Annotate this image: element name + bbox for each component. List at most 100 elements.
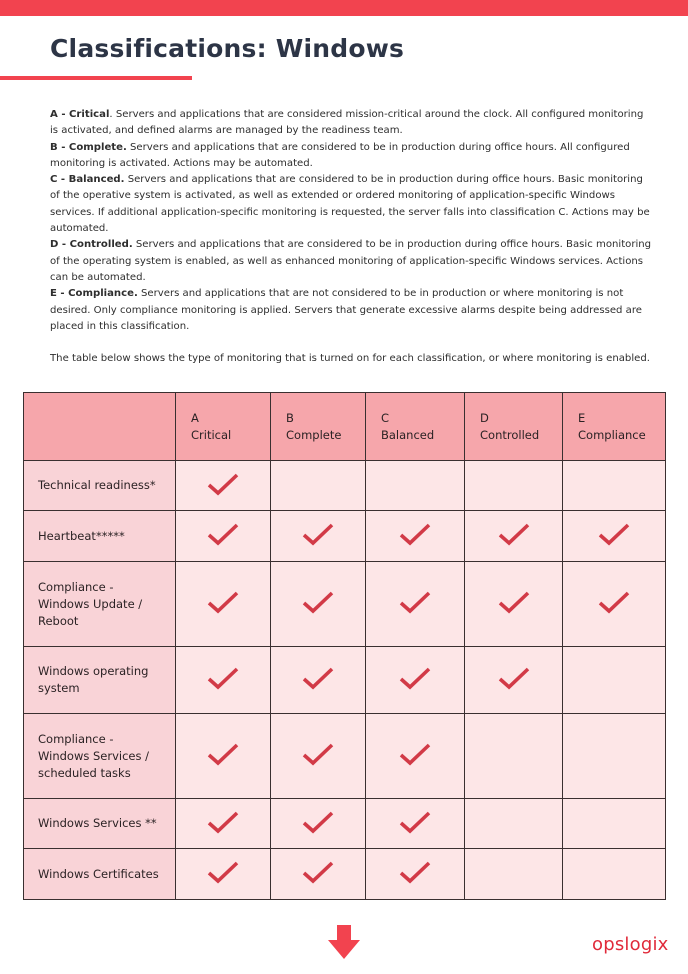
- classification-body: . Servers and applications that are cons…: [50, 109, 644, 137]
- checkmark-icon: [301, 809, 335, 835]
- checkmark-icon: [497, 665, 531, 691]
- row-label: Windows operating system: [23, 646, 176, 714]
- classification-description-b: B - Complete. Servers and applications t…: [50, 140, 652, 173]
- top-accent-bar: [0, 0, 688, 16]
- opslogix-logo: opslogix: [592, 934, 669, 955]
- matrix-cell-b: [270, 713, 366, 799]
- classification-description-a: A - Critical. Servers and applications t…: [50, 107, 652, 140]
- matrix-cell-c: [365, 561, 465, 647]
- matrix-cell-b: [270, 460, 366, 511]
- table-row: Windows Services **: [23, 798, 666, 849]
- down-arrow-icon: [328, 925, 360, 959]
- checkmark-icon: [398, 521, 432, 547]
- matrix-cell-b: [270, 848, 366, 900]
- intro-text: A - Critical. Servers and applications t…: [50, 107, 652, 368]
- matrix-cell-e: [562, 561, 666, 647]
- column-name: Controlled: [480, 427, 540, 442]
- classification-body: Servers and applications that are consid…: [50, 141, 630, 169]
- checkmark-icon: [301, 741, 335, 767]
- matrix-cell-d: [464, 848, 563, 900]
- column-letter: C: [381, 410, 390, 425]
- column-name: Critical: [191, 427, 232, 442]
- header-corner-cell: [23, 392, 176, 461]
- classification-description-d: D - Controlled. Servers and applications…: [50, 237, 652, 286]
- table-header-row: A Critical B Complete C Balanced D Controlle…: [23, 392, 666, 461]
- matrix-cell-c: [365, 510, 465, 562]
- matrix-cell-a: [175, 713, 271, 799]
- matrix-cell-e: [562, 798, 666, 849]
- row-label: Windows Services **: [23, 798, 176, 849]
- classification-lead: A - Critical: [50, 109, 110, 120]
- checkmark-icon: [206, 471, 240, 497]
- checkmark-icon: [301, 859, 335, 885]
- classification-lead: D - Controlled.: [50, 239, 133, 251]
- column-letter: E: [578, 410, 586, 425]
- matrix-cell-d: [464, 713, 563, 799]
- matrix-cell-d: [464, 798, 563, 849]
- matrix-cell-a: [175, 460, 271, 511]
- checkmark-icon: [497, 521, 531, 547]
- checkmark-icon: [398, 741, 432, 767]
- checkmark-icon: [597, 589, 631, 615]
- matrix-cell-c: [365, 713, 465, 799]
- matrix-cell-e: [562, 713, 666, 799]
- checkmark-icon: [206, 521, 240, 547]
- matrix-cell-a: [175, 561, 271, 647]
- table-note: The table below shows the type of monito…: [50, 353, 650, 365]
- row-label: Heartbeat*****: [23, 510, 176, 562]
- matrix-cell-e: [562, 510, 666, 562]
- matrix-cell-b: [270, 646, 366, 714]
- column-name: Balanced: [381, 427, 435, 442]
- matrix-cell-a: [175, 510, 271, 562]
- classification-description-c: C - Balanced. Servers and applications t…: [50, 172, 652, 237]
- classification-body: Servers and applications that are consid…: [50, 239, 652, 283]
- matrix-cell-c: [365, 646, 465, 714]
- table-row: Windows Certificates: [23, 848, 666, 900]
- table-row: Compliance - Windows Update / Reboot: [23, 561, 666, 647]
- row-label: Windows Certificates: [23, 848, 176, 900]
- checkmark-icon: [206, 665, 240, 691]
- checkmark-icon: [206, 589, 240, 615]
- column-name: Compliance: [578, 427, 646, 442]
- checkmark-icon: [301, 665, 335, 691]
- matrix-cell-c: [365, 460, 465, 511]
- title-underline: [0, 76, 192, 80]
- column-letter: A: [191, 410, 199, 425]
- matrix-cell-a: [175, 848, 271, 900]
- checkmark-icon: [398, 589, 432, 615]
- checkmark-icon: [206, 741, 240, 767]
- row-label: Technical readiness*: [23, 460, 176, 511]
- classification-body: Servers and applications that are consid…: [50, 174, 650, 235]
- classification-body: Servers and applications that are not co…: [50, 288, 642, 332]
- matrix-cell-e: [562, 460, 666, 511]
- matrix-cell-b: [270, 510, 366, 562]
- matrix-cell-a: [175, 646, 271, 714]
- matrix-cell-d: [464, 561, 563, 647]
- column-header-c: C Balanced: [365, 392, 465, 461]
- classification-lead: B - Complete.: [50, 141, 127, 153]
- classification-matrix-table: A Critical B Complete C Balanced D Controlle…: [23, 392, 666, 900]
- row-label: Compliance - Windows Update / Reboot: [23, 561, 176, 647]
- table-row: Compliance - Windows Services / schedule…: [23, 713, 666, 799]
- matrix-cell-b: [270, 561, 366, 647]
- column-name: Complete: [286, 427, 342, 442]
- table-row: Technical readiness*: [23, 460, 666, 511]
- checkmark-icon: [398, 665, 432, 691]
- matrix-cell-e: [562, 848, 666, 900]
- checkmark-icon: [301, 589, 335, 615]
- checkmark-icon: [398, 859, 432, 885]
- page-title: Classifications: Windows: [50, 34, 405, 63]
- matrix-cell-d: [464, 460, 563, 511]
- column-letter: D: [480, 410, 489, 425]
- matrix-cell-c: [365, 798, 465, 849]
- matrix-cell-d: [464, 510, 563, 562]
- checkmark-icon: [398, 809, 432, 835]
- classification-lead: C - Balanced.: [50, 174, 125, 186]
- column-header-b: B Complete: [270, 392, 366, 461]
- column-header-d: D Controlled: [464, 392, 563, 461]
- checkmark-icon: [497, 589, 531, 615]
- classification-description-e: E - Compliance. Servers and applications…: [50, 286, 652, 335]
- row-label: Compliance - Windows Services / schedule…: [23, 713, 176, 799]
- checkmark-icon: [206, 809, 240, 835]
- classification-lead: E - Compliance.: [50, 288, 138, 300]
